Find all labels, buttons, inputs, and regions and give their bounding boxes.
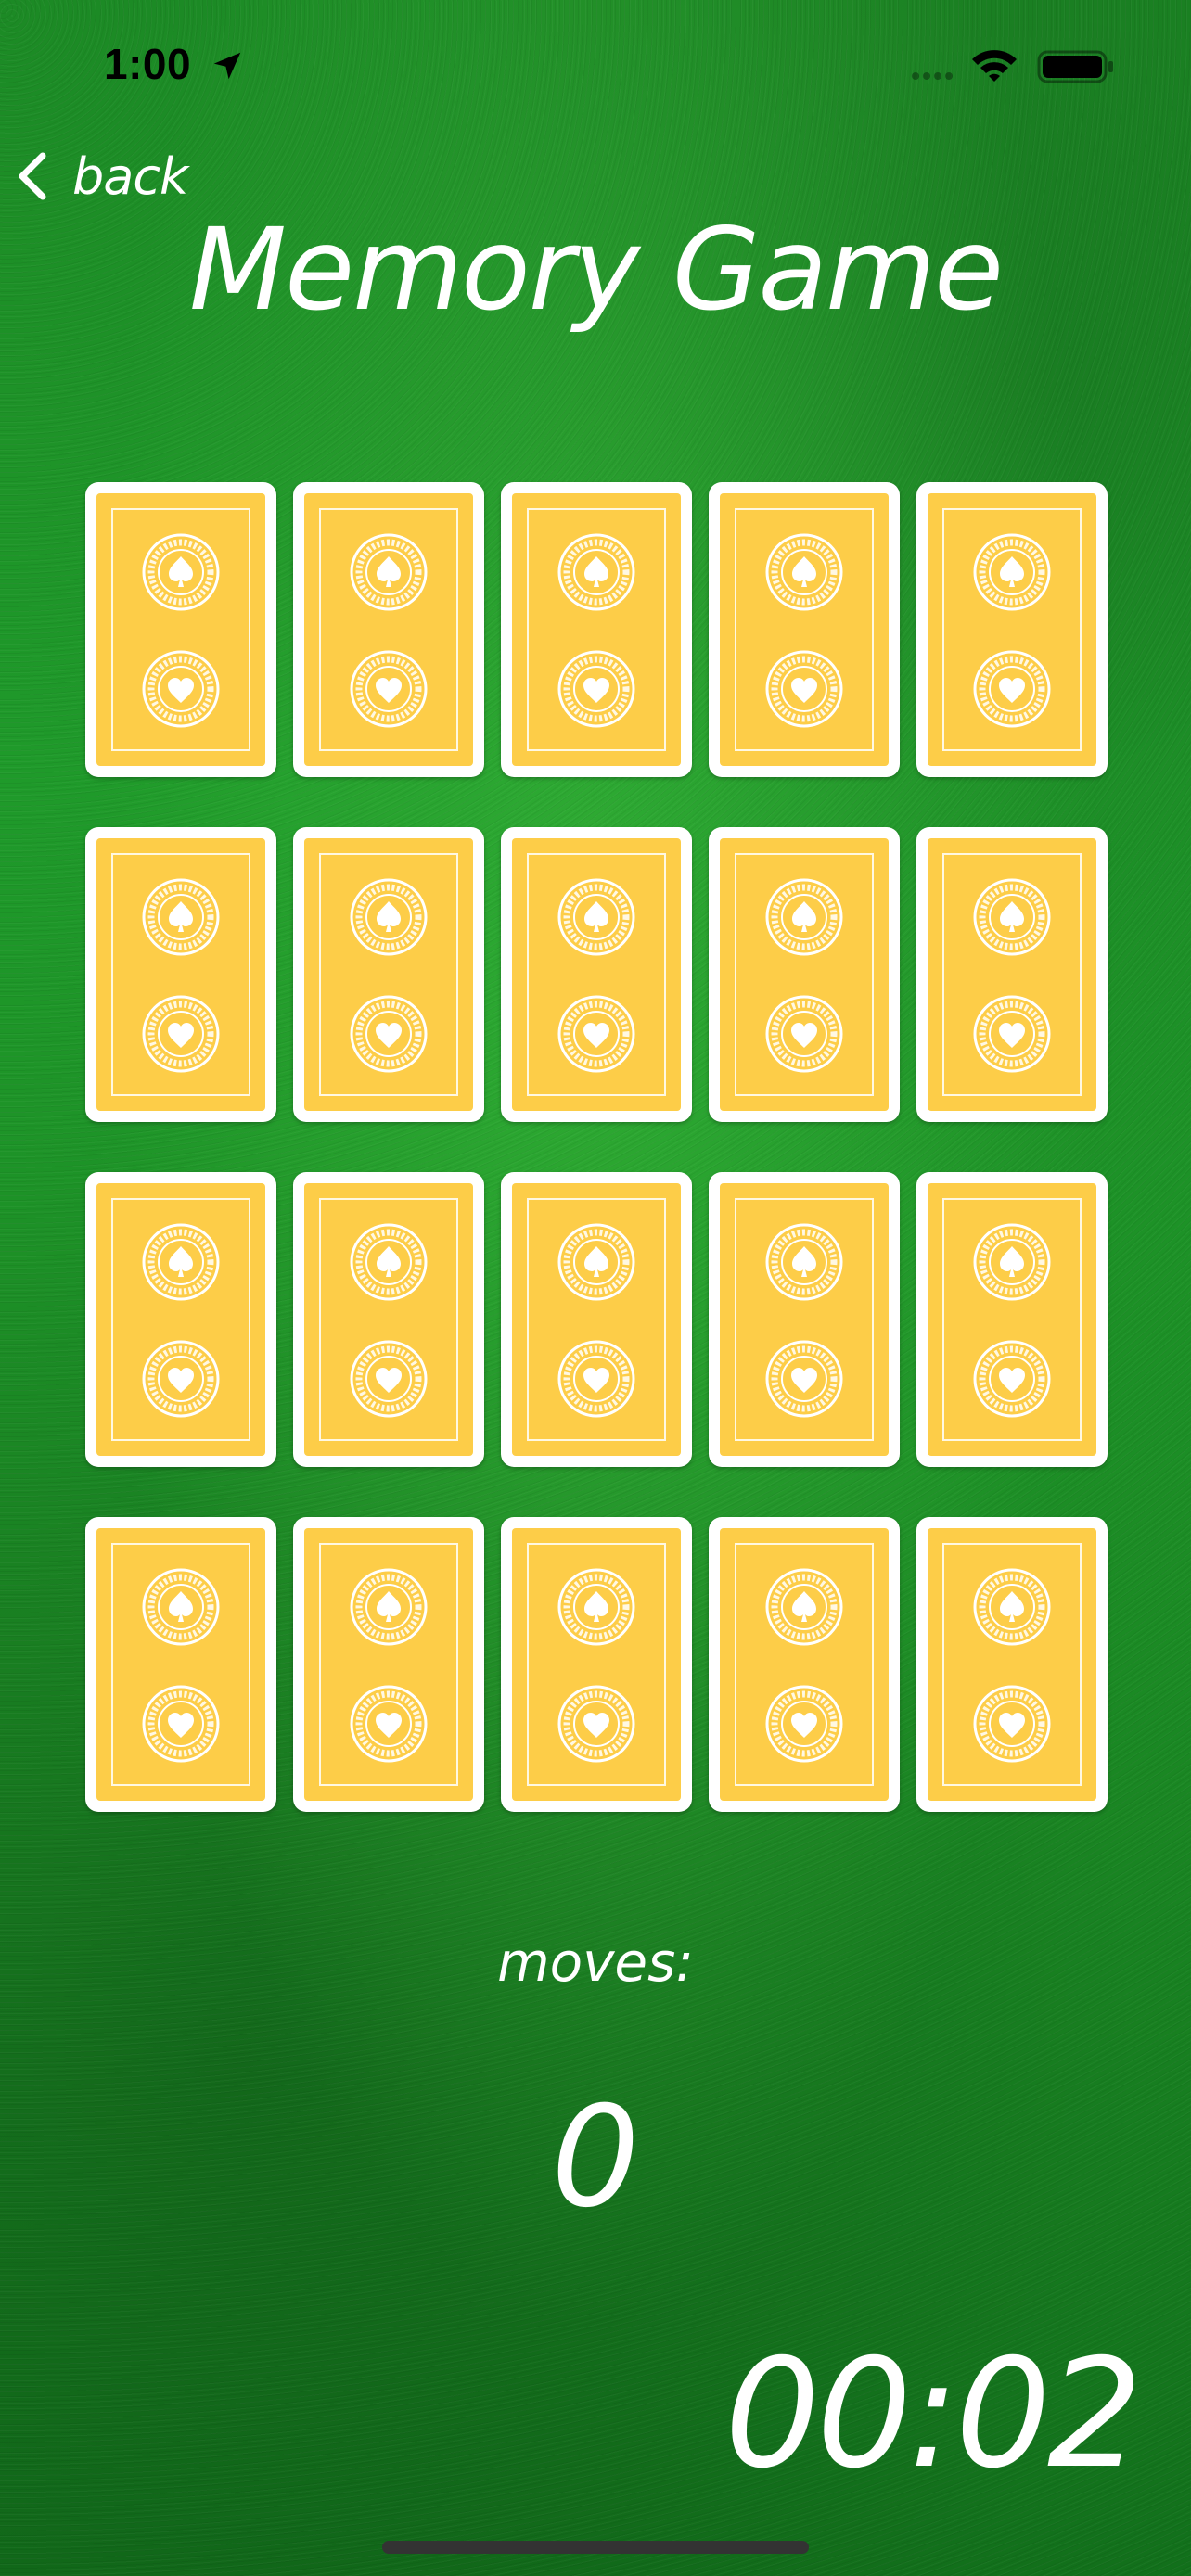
memory-card[interactable] <box>916 1517 1108 1812</box>
spade-emblem-icon <box>973 1223 1051 1301</box>
spade-emblem-icon <box>557 533 635 611</box>
card-back <box>96 493 265 766</box>
spade-emblem-icon <box>142 878 220 956</box>
spade-emblem-icon <box>973 533 1051 611</box>
spade-emblem-icon <box>350 1568 428 1646</box>
memory-card[interactable] <box>709 827 900 1122</box>
card-back <box>304 493 473 766</box>
back-button[interactable]: back <box>11 139 197 213</box>
card-back <box>304 838 473 1111</box>
signal-icon <box>912 72 953 80</box>
memory-card[interactable] <box>293 1172 484 1467</box>
memory-card[interactable] <box>501 482 692 777</box>
card-back <box>928 493 1096 766</box>
memory-card[interactable] <box>293 1517 484 1812</box>
memory-card[interactable] <box>85 482 276 777</box>
back-label: back <box>72 147 188 206</box>
spade-emblem-icon <box>973 878 1051 956</box>
card-back <box>512 1528 681 1801</box>
card-back <box>304 1183 473 1456</box>
spade-emblem-icon <box>765 533 843 611</box>
card-back <box>512 1183 681 1456</box>
heart-emblem-icon <box>765 1340 843 1418</box>
heart-emblem-icon <box>765 1685 843 1763</box>
memory-card[interactable] <box>916 1172 1108 1467</box>
spade-emblem-icon <box>350 1223 428 1301</box>
memory-card[interactable] <box>709 1172 900 1467</box>
status-time: 1:00 <box>104 40 192 88</box>
memory-card[interactable] <box>916 827 1108 1122</box>
heart-emblem-icon <box>557 1340 635 1418</box>
spade-emblem-icon <box>557 1223 635 1301</box>
card-back <box>720 1528 889 1801</box>
memory-card[interactable] <box>501 827 692 1122</box>
heart-emblem-icon <box>973 650 1051 728</box>
card-back <box>720 838 889 1111</box>
memory-card[interactable] <box>501 1517 692 1812</box>
memory-card[interactable] <box>501 1172 692 1467</box>
card-back <box>720 1183 889 1456</box>
heart-emblem-icon <box>142 995 220 1073</box>
heart-emblem-icon <box>350 1685 428 1763</box>
chevron-left-icon <box>19 152 46 200</box>
heart-emblem-icon <box>142 1340 220 1418</box>
battery-icon <box>1037 50 1113 83</box>
card-back <box>512 493 681 766</box>
memory-card[interactable] <box>709 1517 900 1812</box>
heart-emblem-icon <box>142 1685 220 1763</box>
card-back <box>720 493 889 766</box>
spade-emblem-icon <box>142 1568 220 1646</box>
spade-emblem-icon <box>765 1223 843 1301</box>
heart-emblem-icon <box>142 650 220 728</box>
heart-emblem-icon <box>973 1685 1051 1763</box>
spade-emblem-icon <box>765 878 843 956</box>
spade-emblem-icon <box>557 1568 635 1646</box>
card-back <box>96 838 265 1111</box>
spade-emblem-icon <box>973 1568 1051 1646</box>
moves-label: moves: <box>497 1931 694 1994</box>
memory-card[interactable] <box>293 482 484 777</box>
wifi-icon <box>972 50 1017 82</box>
spade-emblem-icon <box>350 878 428 956</box>
heart-emblem-icon <box>557 995 635 1073</box>
memory-card[interactable] <box>709 482 900 777</box>
heart-emblem-icon <box>350 995 428 1073</box>
spade-emblem-icon <box>557 878 635 956</box>
card-back <box>928 1528 1096 1801</box>
home-indicator[interactable] <box>382 2541 809 2554</box>
card-back <box>928 838 1096 1111</box>
status-bar: 1:00 <box>0 0 1191 130</box>
heart-emblem-icon <box>973 1340 1051 1418</box>
memory-card[interactable] <box>916 482 1108 777</box>
heart-emblem-icon <box>350 650 428 728</box>
heart-emblem-icon <box>557 650 635 728</box>
card-grid <box>85 482 1108 1812</box>
memory-card[interactable] <box>85 1517 276 1812</box>
memory-card[interactable] <box>293 827 484 1122</box>
timer: 00:02 <box>724 2327 1143 2502</box>
card-back <box>304 1528 473 1801</box>
heart-emblem-icon <box>973 995 1051 1073</box>
card-back <box>928 1183 1096 1456</box>
heart-emblem-icon <box>350 1340 428 1418</box>
card-back <box>512 838 681 1111</box>
page-title: Memory Game <box>188 204 1004 336</box>
memory-card[interactable] <box>85 1172 276 1467</box>
spade-emblem-icon <box>142 1223 220 1301</box>
spade-emblem-icon <box>765 1568 843 1646</box>
card-back <box>96 1183 265 1456</box>
card-back <box>96 1528 265 1801</box>
heart-emblem-icon <box>557 1685 635 1763</box>
memory-card[interactable] <box>85 827 276 1122</box>
spade-emblem-icon <box>350 533 428 611</box>
location-arrow-icon <box>213 52 241 80</box>
spade-emblem-icon <box>142 533 220 611</box>
heart-emblem-icon <box>765 650 843 728</box>
heart-emblem-icon <box>765 995 843 1073</box>
moves-count: 0 <box>551 2077 640 2238</box>
